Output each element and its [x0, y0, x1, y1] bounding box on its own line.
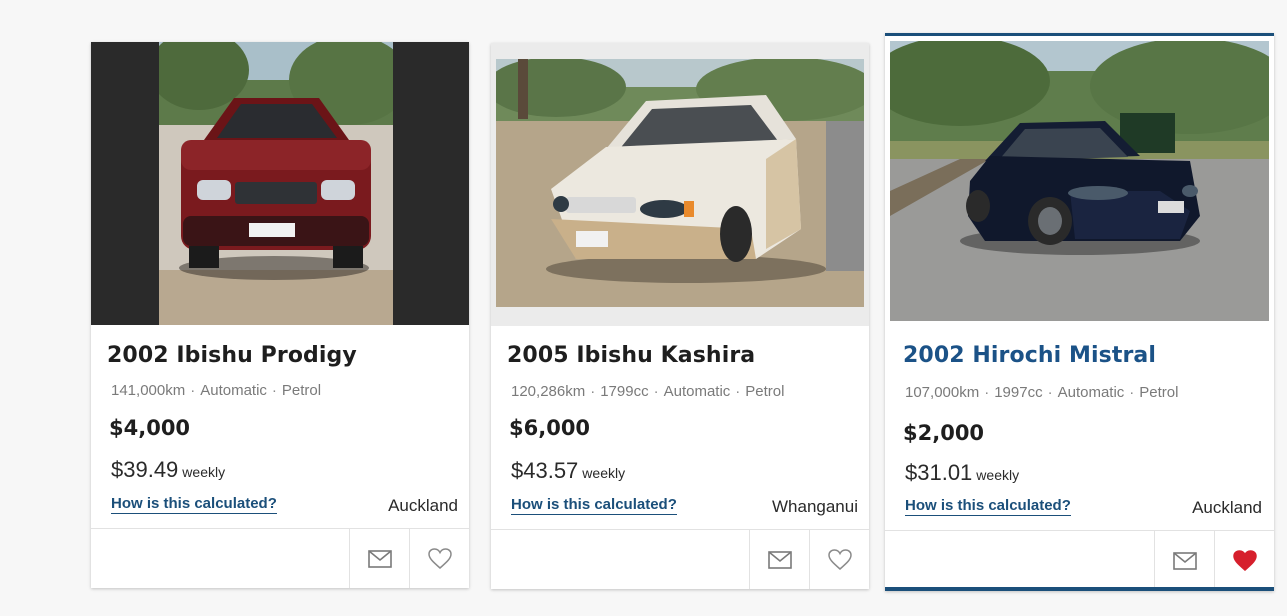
heart-icon — [427, 547, 452, 569]
how-calculated-link[interactable]: How is this calculated? — [511, 496, 677, 515]
spec-fuel: Petrol — [745, 383, 785, 400]
listing-price: $4,000 — [109, 416, 191, 440]
heart-icon — [1232, 549, 1257, 571]
heart-icon — [827, 548, 852, 570]
listing-photo[interactable] — [491, 43, 869, 326]
weekly-unit: weekly — [182, 464, 226, 480]
card-actions — [91, 528, 469, 588]
how-calculated-link[interactable]: How is this calculated? — [905, 497, 1071, 516]
car-photo-kashira — [496, 59, 864, 307]
how-calculated-link[interactable]: How is this calculated? — [111, 495, 277, 514]
favorite-button[interactable] — [409, 529, 469, 588]
listing-price: $6,000 — [509, 416, 591, 440]
listing-specs: 107,000km · 1997cc · Automatic · Petrol — [905, 384, 1179, 401]
listing-title[interactable]: 2002 Hirochi Mistral — [903, 343, 1156, 368]
message-button[interactable] — [749, 530, 809, 589]
spec-fuel: Petrol — [281, 382, 322, 399]
spec-mileage: 107,000km — [905, 384, 980, 401]
card-actions — [885, 530, 1274, 587]
message-button[interactable] — [349, 529, 409, 588]
mail-icon — [767, 550, 792, 569]
weekly-amount: $31.01 — [905, 460, 973, 485]
listing-card-2[interactable]: 2005 Ibishu Kashira 120,286km · 1799cc · Aut… — [491, 43, 869, 589]
listing-specs: 120,286km · 1799cc · Automatic · Petrol — [511, 383, 785, 400]
weekly-unit: weekly — [976, 467, 1020, 483]
spec-engine: 1799cc — [600, 383, 649, 400]
listing-title[interactable]: 2005 Ibishu Kashira — [507, 343, 755, 368]
car-photo-prodigy — [159, 42, 393, 325]
mail-icon — [367, 549, 392, 568]
favorite-button[interactable] — [1214, 531, 1274, 587]
mail-icon — [1172, 551, 1197, 570]
weekly-payment: $43.57 weekly — [511, 458, 625, 484]
message-button[interactable] — [1154, 531, 1214, 587]
card-actions — [491, 529, 869, 589]
spec-transmission: Automatic — [1057, 384, 1125, 401]
car-photo-mistral — [890, 41, 1269, 321]
listing-title[interactable]: 2002 Ibishu Prodigy — [107, 343, 357, 368]
weekly-amount: $43.57 — [511, 458, 579, 483]
listing-photo[interactable] — [91, 42, 469, 325]
weekly-amount: $39.49 — [111, 457, 179, 482]
spec-transmission: Automatic — [663, 383, 731, 400]
listing-location: Auckland — [388, 496, 458, 515]
weekly-unit: weekly — [582, 465, 626, 481]
weekly-payment: $31.01 weekly — [905, 460, 1019, 486]
listing-card-3[interactable]: 2002 Hirochi Mistral 107,000km · 1997cc · Au… — [885, 33, 1274, 591]
listing-specs: 141,000km · Automatic · Petrol — [111, 382, 322, 399]
spec-engine: 1997cc — [994, 384, 1043, 401]
listing-photo[interactable] — [885, 36, 1274, 326]
listing-location: Auckland — [1192, 498, 1262, 517]
favorite-button[interactable] — [809, 530, 869, 589]
spec-transmission: Automatic — [200, 382, 267, 399]
spec-mileage: 141,000km — [111, 382, 186, 399]
listing-price: $2,000 — [903, 421, 985, 445]
weekly-payment: $39.49 weekly — [111, 457, 225, 483]
spec-fuel: Petrol — [1139, 384, 1179, 401]
listing-location: Whanganui — [771, 497, 858, 516]
spec-mileage: 120,286km — [511, 383, 586, 400]
listing-card-1[interactable]: 2002 Ibishu Prodigy 141,000km · Automatic ·… — [91, 42, 469, 588]
